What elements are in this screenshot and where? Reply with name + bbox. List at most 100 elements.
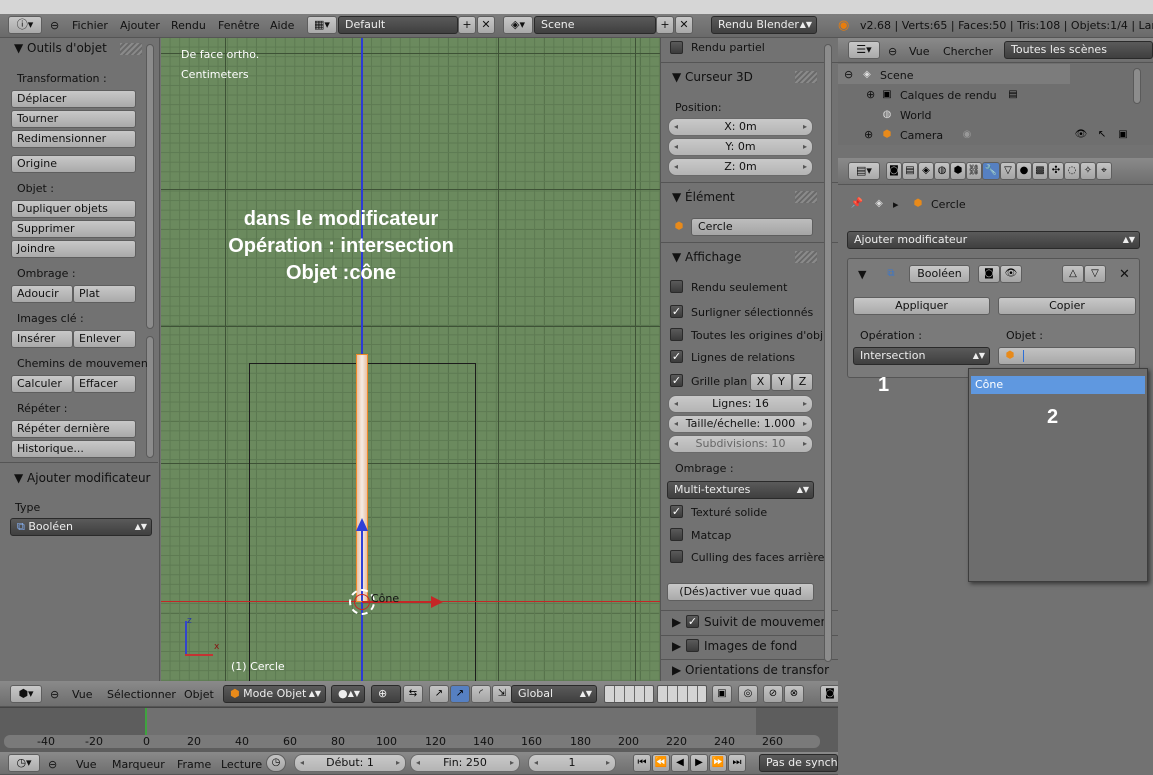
menu-help[interactable]: Aide bbox=[270, 19, 294, 32]
motion-tracking-checkbox[interactable]: ✓ bbox=[686, 615, 699, 628]
outliner-scrollbar[interactable] bbox=[1133, 68, 1141, 104]
cursor-y-field[interactable]: Y: 0m bbox=[668, 138, 813, 156]
layout-remove-button[interactable]: ✕ bbox=[477, 16, 495, 34]
grid-lines-field[interactable]: Lignes: 16 bbox=[668, 395, 813, 413]
only-render-checkbox[interactable] bbox=[670, 280, 683, 293]
editor-type-button[interactable]: ☰▾ bbox=[848, 41, 880, 59]
layers-grid-2[interactable] bbox=[657, 685, 707, 703]
physics-tab-icon[interactable]: ◌ bbox=[1064, 162, 1080, 180]
dropdown-item-cone[interactable]: Cône bbox=[971, 376, 1145, 394]
smooth-button[interactable]: Adoucir bbox=[11, 285, 73, 303]
collapse-icon[interactable]: ⊖ bbox=[50, 688, 59, 701]
shading-select[interactable]: Multi-textures ▲▼ bbox=[667, 481, 814, 499]
play-reverse-icon[interactable]: ◀ bbox=[671, 754, 689, 772]
motion-tracking-title[interactable]: ▶ bbox=[672, 615, 681, 629]
history-button[interactable]: Historique... bbox=[11, 440, 136, 458]
translate-icon[interactable]: ↗ bbox=[450, 685, 470, 703]
viewport-shading-select[interactable]: ● ▲▼ bbox=[331, 685, 365, 703]
jump-start-icon[interactable]: ⏮ bbox=[633, 754, 651, 772]
end-frame-field[interactable]: Fin: 250 bbox=[410, 754, 520, 772]
background-images-title[interactable]: ▶ bbox=[672, 639, 681, 653]
cursor-x-field[interactable]: X: 0m bbox=[668, 118, 813, 136]
tool-shelf-title[interactable]: ▼ Outils d'objet bbox=[14, 41, 107, 55]
jump-end-icon[interactable]: ⏭ bbox=[728, 754, 746, 772]
snap-icon[interactable]: ⊘ bbox=[763, 685, 783, 703]
move-down-icon[interactable]: ▽ bbox=[1084, 265, 1106, 283]
panel-grip[interactable] bbox=[795, 71, 817, 83]
timeline-menu-frame[interactable]: Frame bbox=[177, 758, 211, 771]
next-keyframe-icon[interactable]: ⏩ bbox=[709, 754, 727, 772]
menu-select[interactable]: Sélectionner bbox=[107, 688, 176, 701]
render-engine-select[interactable]: Rendu Blender ▲▼ bbox=[711, 16, 817, 34]
pin-icon[interactable]: 📌 bbox=[850, 197, 864, 211]
textured-solid-checkbox[interactable]: ✓ bbox=[670, 505, 683, 518]
axis-z-toggle[interactable]: Z bbox=[792, 373, 813, 391]
render-tab-icon[interactable]: ◙ bbox=[886, 162, 902, 180]
outliner-item-camera[interactable]: Camera bbox=[900, 129, 943, 142]
editor-type-button[interactable]: ⓘ▾ bbox=[8, 16, 42, 34]
transform-orientations-title[interactable]: ▶ Orientations de transfor bbox=[672, 663, 829, 677]
grid-scale-field[interactable]: Taille/échelle: 1.000 bbox=[668, 415, 813, 433]
collapse-icon[interactable]: ⊖ bbox=[888, 45, 897, 58]
layers-grid-1[interactable] bbox=[604, 685, 654, 703]
expand-toggle-icon[interactable]: ⊖ bbox=[844, 68, 853, 81]
panel-scrollbar[interactable] bbox=[824, 44, 832, 662]
outliner-filter-select[interactable]: Toutes les scènes bbox=[1004, 41, 1153, 59]
menu-object[interactable]: Objet bbox=[184, 688, 214, 701]
scene-icon-button[interactable]: ◈▾ bbox=[503, 16, 533, 34]
extra-tab-2-icon[interactable]: ⌖ bbox=[1096, 162, 1112, 180]
cursor-z-field[interactable]: Z: 0m bbox=[668, 158, 813, 176]
add-modifier-title[interactable]: ▼ Ajouter modificateur bbox=[14, 471, 151, 485]
relationship-lines-checkbox[interactable]: ✓ bbox=[670, 350, 683, 363]
rotate-icon[interactable]: ◜ bbox=[471, 685, 491, 703]
grid-floor-checkbox[interactable]: ✓ bbox=[670, 374, 683, 387]
render-toggle-icon[interactable]: ◙ bbox=[978, 265, 1000, 283]
outliner-menu-search[interactable]: Chercher bbox=[943, 45, 993, 58]
scale-icon[interactable]: ⇲ bbox=[492, 685, 512, 703]
manipulator-toggle-icon[interactable]: ↗ bbox=[429, 685, 449, 703]
outliner-menu-view[interactable]: Vue bbox=[909, 45, 930, 58]
menu-add[interactable]: Ajouter bbox=[120, 19, 160, 32]
outliner-item-world[interactable]: World bbox=[900, 109, 932, 122]
menu-file[interactable]: Fichier bbox=[72, 19, 108, 32]
outliner-item-render-layers[interactable]: Calques de rendu bbox=[900, 89, 997, 102]
particles-tab-icon[interactable]: ✣ bbox=[1048, 162, 1064, 180]
toggle-quad-view-button[interactable]: (Dés)activer vue quad bbox=[667, 583, 814, 601]
select-arrow-icon[interactable]: ↖ bbox=[1095, 128, 1109, 142]
expand-toggle-icon[interactable]: ⊕ bbox=[864, 128, 873, 141]
object-tab-icon[interactable]: ⬢ bbox=[950, 162, 966, 180]
expand-toggle-icon[interactable]: ⊕ bbox=[866, 88, 875, 101]
sync-select[interactable]: Pas de synchro bbox=[759, 754, 838, 772]
scene-remove-button[interactable]: ✕ bbox=[675, 16, 693, 34]
add-modifier-select[interactable]: Ajouter modificateur ▲▼ bbox=[847, 231, 1140, 249]
lock-layers-icon[interactable]: ▣ bbox=[712, 685, 732, 703]
duplicate-button[interactable]: Dupliquer objets bbox=[11, 200, 136, 218]
calculate-button[interactable]: Calculer bbox=[11, 375, 73, 393]
menu-view[interactable]: Vue bbox=[72, 688, 93, 701]
render-icon[interactable]: ◙ bbox=[820, 685, 840, 703]
scene-field[interactable]: Scene bbox=[534, 16, 656, 34]
partial-render-checkbox[interactable] bbox=[670, 41, 683, 54]
layout-field[interactable]: Default bbox=[338, 16, 458, 34]
pivot-select[interactable]: ⊕ bbox=[371, 685, 401, 703]
scene-tab-icon[interactable]: ◈ bbox=[918, 162, 934, 180]
world-tab-icon[interactable]: ◍ bbox=[934, 162, 950, 180]
axis-x-toggle[interactable]: X bbox=[750, 373, 771, 391]
editor-type-button[interactable]: ▤▾ bbox=[848, 162, 880, 180]
panel-grip[interactable] bbox=[795, 191, 817, 203]
texture-tab-icon[interactable]: ▩ bbox=[1032, 162, 1048, 180]
current-frame-field[interactable]: 1 bbox=[528, 754, 616, 772]
grid-subdivisions-field[interactable]: Subdivisions: 10 bbox=[668, 435, 813, 453]
copy-button[interactable]: Copier bbox=[998, 297, 1136, 315]
shelf-scrollbar-lower[interactable] bbox=[146, 336, 154, 458]
orientation-select[interactable]: Global ▲▼ bbox=[511, 685, 597, 703]
start-frame-field[interactable]: Début: 1 bbox=[294, 754, 406, 772]
prev-keyframe-icon[interactable]: ⏪ bbox=[652, 754, 670, 772]
operation-select[interactable]: Intersection ▲▼ bbox=[853, 347, 990, 365]
menu-render[interactable]: Rendu bbox=[171, 19, 206, 32]
outline-selected-checkbox[interactable]: ✓ bbox=[670, 305, 683, 318]
repeat-last-button[interactable]: Répéter dernière bbox=[11, 420, 136, 438]
3d-viewport[interactable]: De face ortho. Centimeters Cône dans le … bbox=[161, 38, 660, 681]
material-tab-icon[interactable]: ● bbox=[1016, 162, 1032, 180]
proportional-edit-icon[interactable]: ◎ bbox=[738, 685, 758, 703]
